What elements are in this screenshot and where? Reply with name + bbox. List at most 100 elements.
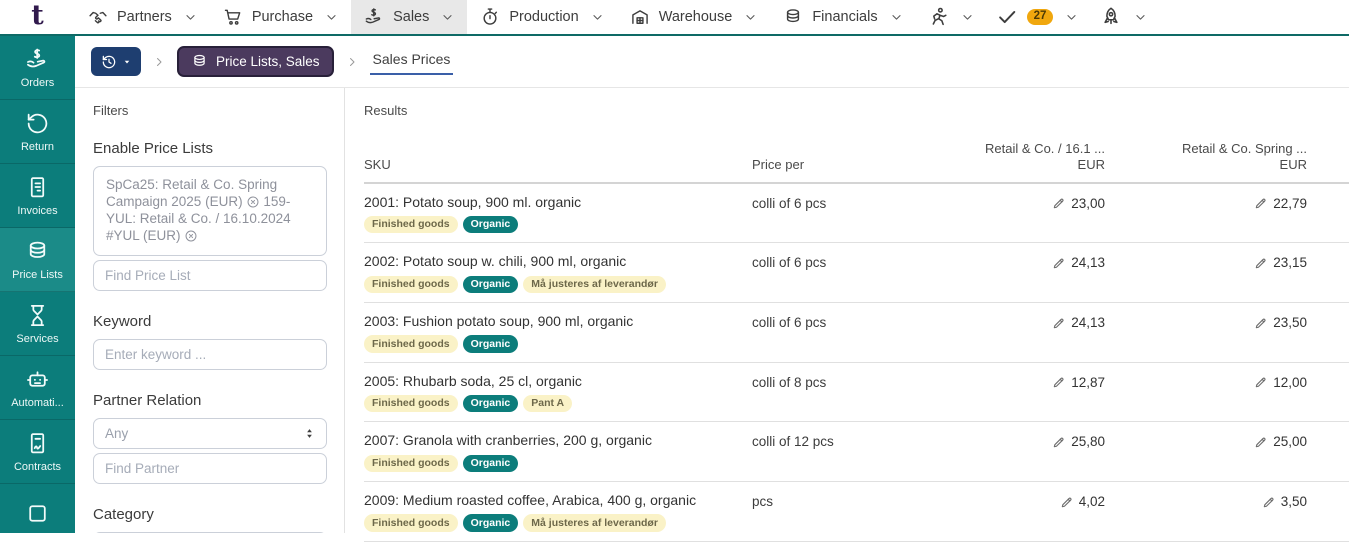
table-row[interactable]: 2009: Medium roasted coffee, Arabica, 40… (364, 482, 1349, 542)
rocket-icon (1100, 6, 1122, 28)
nav-item-purchase[interactable]: Purchase (210, 0, 351, 34)
cart-icon (223, 7, 243, 27)
tab-sales-prices[interactable]: Sales Prices (369, 48, 454, 75)
find-partner-input[interactable] (93, 452, 327, 484)
sidebar-item-contracts[interactable]: Contracts (0, 420, 75, 484)
remove-icon[interactable] (246, 195, 260, 209)
results-panel: Results SKU Price per Retail & Co. / 16.… (345, 88, 1349, 542)
price-list-name: Retail & Co. Spring ... (1182, 141, 1307, 156)
pencil-icon (1052, 316, 1066, 330)
table-row[interactable]: 2001: Potato soup, 900 ml. organic Finis… (364, 184, 1349, 244)
price-cell-list-1[interactable]: 4,02 (884, 492, 1105, 509)
price-cell-list-1[interactable]: 23,00 (884, 194, 1105, 211)
price-cell-list-2[interactable]: 23,50 (1105, 313, 1307, 330)
task-count-badge: 27 (1026, 8, 1054, 26)
price-cell-list-1[interactable]: 24,13 (884, 313, 1105, 330)
tag: Må justeres af leverandør (523, 275, 666, 294)
tag: Organic (462, 394, 519, 413)
nav-item-warehouse[interactable]: Warehouse (617, 0, 771, 34)
module-button-price-lists-sales[interactable]: Price Lists, Sales (177, 46, 334, 77)
coins-icon (191, 53, 208, 70)
category-select[interactable]: Any (93, 531, 327, 533)
price-value: 23,15 (1273, 255, 1307, 271)
nav-label: Sales (393, 9, 430, 25)
price-cell-list-2[interactable]: 3,50 (1105, 492, 1307, 509)
invoice-icon (25, 175, 50, 200)
tag: Pant A (523, 394, 573, 413)
nav-item-tasks[interactable]: 27 (985, 0, 1090, 34)
pencil-icon (1060, 495, 1074, 509)
stopwatch-icon (480, 7, 500, 27)
price-cell-list-1[interactable]: 24,13 (884, 253, 1105, 270)
tag: Finished goods (364, 454, 458, 473)
product-title: 2003: Fushion potato soup, 900 ml, organ… (364, 313, 634, 330)
caret-down-icon (122, 57, 132, 67)
table-row[interactable]: 2002: Potato soup w. chili, 900 ml, orga… (364, 243, 1349, 304)
price-value: 12,00 (1273, 374, 1307, 390)
price-per-cell: pcs (752, 494, 774, 510)
partner-relation-select[interactable]: Any (93, 417, 327, 449)
sidebar-item-label: Services (16, 332, 59, 345)
table-row[interactable]: 2007: Granola with cranberries, 200 g, o… (364, 422, 1349, 483)
filter-category: Category Any (93, 506, 327, 533)
sidebar-item-return[interactable]: Return (0, 100, 75, 164)
sidebar-item-partial[interactable] (0, 484, 75, 533)
sidebar-item-services[interactable]: Services (0, 292, 75, 356)
nav-item-partners[interactable]: Partners (75, 0, 210, 34)
coins-icon (783, 7, 803, 27)
history-button[interactable] (91, 47, 141, 76)
pencil-icon (1052, 435, 1066, 449)
chevron-right-icon (153, 56, 165, 68)
nav-item-activities[interactable] (916, 0, 985, 34)
filters-title: Filters (93, 103, 129, 118)
selected-value: Any (105, 425, 129, 441)
filter-partner-relation: Partner Relation Any (93, 392, 327, 484)
nav-item-launch[interactable] (1089, 0, 1158, 34)
table-header: SKU Price per Retail & Co. / 16.1 ... EU… (364, 141, 1349, 184)
tag-list: Finished goods Organic Pant A (364, 394, 752, 413)
table-row[interactable]: 2005: Rhubarb soda, 25 cl, organic Finis… (364, 363, 1349, 423)
pencil-icon (1254, 375, 1268, 389)
tag-list: Finished goods Organic Må justeres af le… (364, 514, 752, 532)
price-per-cell: colli of 12 pcs (752, 434, 834, 450)
tag-list: Finished goods Organic (364, 454, 752, 473)
sidebar-item-automations[interactable]: Automati... (0, 356, 75, 420)
selected-price-lists[interactable]: SpCa25: Retail & Co. Spring Campaign 202… (93, 166, 327, 256)
column-header-price-list-2: Retail & Co. Spring ... EUR (1105, 141, 1307, 173)
tag: Organic (462, 275, 519, 294)
price-cell-list-2[interactable]: 12,00 (1105, 373, 1307, 390)
price-cell-list-1[interactable]: 12,87 (884, 373, 1105, 390)
sku-cell: 2001: Potato soup, 900 ml. organic Finis… (364, 194, 752, 234)
remove-icon[interactable] (184, 229, 198, 243)
price-per-cell: colli of 8 pcs (752, 374, 827, 390)
coins-icon (25, 239, 50, 264)
price-cell-list-1[interactable]: 25,80 (884, 432, 1105, 449)
nav-label: Warehouse (658, 9, 733, 25)
price-cell-list-2[interactable]: 22,79 (1105, 194, 1307, 211)
module-button-label: Price Lists, Sales (216, 54, 320, 69)
find-price-list-input[interactable] (93, 259, 327, 291)
box-icon (25, 501, 50, 526)
chevron-down-icon (591, 11, 604, 24)
product-title: 2007: Granola with cranberries, 200 g, o… (364, 432, 652, 449)
price-value: 22,79 (1273, 195, 1307, 211)
chevron-down-icon (184, 11, 197, 24)
nav-item-sales[interactable]: Sales (351, 0, 468, 34)
sidebar-item-label: Orders (20, 76, 55, 89)
keyword-input[interactable] (93, 338, 327, 370)
logo-letter: t (31, 0, 44, 31)
sidebar-item-orders[interactable]: Orders (0, 36, 75, 100)
running-person-icon (927, 6, 949, 28)
tag-list: Finished goods Organic (364, 335, 752, 353)
nav-item-financials[interactable]: Financials (770, 0, 915, 34)
sidebar-item-invoices[interactable]: Invoices (0, 164, 75, 228)
column-header-price-per: Price per (752, 156, 805, 172)
table-row[interactable]: 2003: Fushion potato soup, 900 ml, organ… (364, 303, 1349, 363)
sidebar-item-price-lists[interactable]: Price Lists (0, 228, 75, 292)
nav-item-production[interactable]: Production (467, 0, 616, 34)
price-cell-list-2[interactable]: 23,15 (1105, 253, 1307, 270)
app-logo[interactable]: t (0, 0, 75, 34)
sku-cell: 2009: Medium roasted coffee, Arabica, 40… (364, 492, 752, 532)
price-cell-list-2[interactable]: 25,00 (1105, 432, 1307, 449)
filter-label: Enable Price Lists (93, 140, 214, 157)
